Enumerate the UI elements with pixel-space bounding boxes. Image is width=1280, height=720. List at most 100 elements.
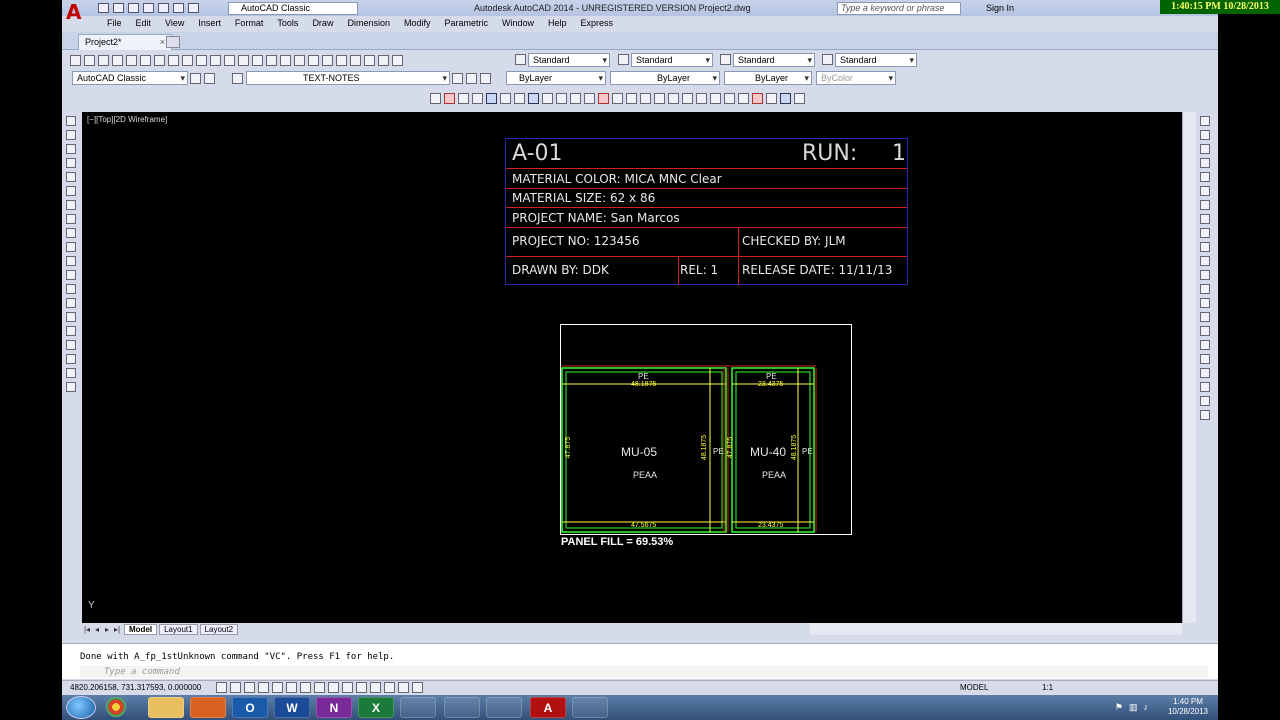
autocad-icon[interactable]: A xyxy=(530,697,566,718)
join-icon[interactable] xyxy=(612,92,623,104)
spline-icon[interactable] xyxy=(66,228,76,238)
block-editor-icon[interactable] xyxy=(210,54,221,66)
infer-constraints-icon[interactable] xyxy=(216,682,227,693)
table-draw-icon[interactable] xyxy=(66,354,76,364)
zoom-realtime-icon[interactable] xyxy=(266,54,277,66)
match-prop-icon[interactable] xyxy=(196,54,207,66)
model-space-toggle[interactable]: MODEL xyxy=(960,683,988,692)
copy-object-icon[interactable] xyxy=(458,92,469,104)
rotate-right-icon[interactable] xyxy=(1200,200,1210,210)
hatch-icon[interactable] xyxy=(66,312,76,322)
menu-tools[interactable]: Tools xyxy=(270,17,305,31)
onenote-icon[interactable]: N xyxy=(316,697,352,718)
grid-icon[interactable] xyxy=(244,682,255,693)
workspace-select[interactable]: AutoCAD Classic xyxy=(228,2,358,15)
copy-icon[interactable] xyxy=(168,54,179,66)
move-icon[interactable] xyxy=(514,92,525,104)
tab-model[interactable]: Model xyxy=(124,624,158,635)
paste-icon[interactable] xyxy=(182,54,193,66)
vertical-scrollbar[interactable] xyxy=(1182,112,1196,623)
pan-tool-icon[interactable] xyxy=(668,92,679,104)
external-ref-icon[interactable] xyxy=(780,92,791,104)
chrome-icon[interactable] xyxy=(106,697,126,717)
ortho-icon[interactable] xyxy=(258,682,269,693)
table-icon[interactable] xyxy=(724,92,735,104)
erase-icon[interactable] xyxy=(444,92,455,104)
menu-help[interactable]: Help xyxy=(541,17,574,31)
zoom-previous-icon[interactable] xyxy=(294,54,305,66)
workspace-combo[interactable]: AutoCAD Classic xyxy=(72,71,188,85)
design-center-icon[interactable] xyxy=(322,54,333,66)
insert-block-icon[interactable] xyxy=(66,270,76,280)
scale-icon[interactable] xyxy=(542,92,553,104)
calculator-icon[interactable] xyxy=(378,54,389,66)
am-icon[interactable] xyxy=(412,682,423,693)
app2-icon[interactable] xyxy=(572,697,608,718)
new-tab-button[interactable] xyxy=(166,36,180,48)
align-icon[interactable] xyxy=(682,92,693,104)
redo-icon[interactable] xyxy=(188,3,199,13)
dim-style-select[interactable]: Standard xyxy=(631,53,713,67)
blend-right-icon[interactable] xyxy=(1200,326,1210,336)
cut-icon[interactable] xyxy=(154,54,165,66)
search-input[interactable]: Type a keyword or phrase xyxy=(837,2,961,15)
make-block-icon[interactable] xyxy=(66,284,76,294)
polygon-icon[interactable] xyxy=(66,158,76,168)
ducs-icon[interactable] xyxy=(328,682,339,693)
layer-state-icon[interactable] xyxy=(480,72,491,84)
scale-right-icon[interactable] xyxy=(1200,214,1210,224)
flag-icon[interactable]: ⚑ xyxy=(1115,702,1123,713)
menu-modify[interactable]: Modify xyxy=(397,17,438,31)
break-right-icon[interactable] xyxy=(1200,270,1210,280)
publish-icon[interactable] xyxy=(140,54,151,66)
break-icon[interactable] xyxy=(598,92,609,104)
sc-icon[interactable] xyxy=(398,682,409,693)
annotation-scale[interactable]: 1:1 xyxy=(1042,683,1053,692)
undo-icon[interactable] xyxy=(173,3,184,13)
horizontal-scrollbar[interactable] xyxy=(810,623,1182,635)
area-icon[interactable] xyxy=(710,92,721,104)
offset-right-icon[interactable] xyxy=(1200,158,1210,168)
xline-icon[interactable] xyxy=(66,130,76,140)
stretch-icon[interactable] xyxy=(556,92,567,104)
app-icon[interactable] xyxy=(444,697,480,718)
menu-parametric[interactable]: Parametric xyxy=(438,17,496,31)
plot-icon[interactable] xyxy=(158,3,169,13)
dyn-icon[interactable] xyxy=(342,682,353,693)
otrack-icon[interactable] xyxy=(314,682,325,693)
explorer-icon[interactable] xyxy=(148,697,184,718)
menu-express[interactable]: Express xyxy=(574,17,621,31)
close-tab-icon[interactable]: × xyxy=(160,35,165,49)
layer-previous-icon[interactable] xyxy=(466,72,477,84)
trim-icon[interactable] xyxy=(570,92,581,104)
notepad-icon[interactable] xyxy=(486,697,522,718)
ellipse-arc-icon[interactable] xyxy=(66,256,76,266)
tab-layout2[interactable]: Layout2 xyxy=(199,624,239,635)
region-icon[interactable] xyxy=(66,340,76,350)
line-icon[interactable] xyxy=(66,116,76,126)
array-icon[interactable] xyxy=(500,92,511,104)
last-tab-icon[interactable]: ▸| xyxy=(112,625,122,634)
menu-view[interactable]: View xyxy=(158,17,191,31)
make-current-icon[interactable] xyxy=(452,72,463,84)
gradient-icon[interactable] xyxy=(66,326,76,336)
excel-icon[interactable]: X xyxy=(358,697,394,718)
layer-properties-icon[interactable] xyxy=(232,72,243,84)
add-selected-icon[interactable] xyxy=(66,382,76,392)
ellipse-icon[interactable] xyxy=(66,242,76,252)
open-icon[interactable] xyxy=(113,3,124,13)
command-input[interactable]: Type a command xyxy=(80,666,1208,678)
word-icon[interactable]: W xyxy=(274,697,310,718)
network-icon[interactable]: ▥ xyxy=(1129,702,1138,713)
tab-project2[interactable]: Project2* × xyxy=(78,34,172,50)
menu-insert[interactable]: Insert xyxy=(191,17,228,31)
attribute-icon[interactable] xyxy=(738,92,749,104)
volume-icon[interactable]: ♪ xyxy=(1144,702,1149,713)
gear-icon[interactable] xyxy=(190,72,201,84)
linetype-select[interactable]: ByLayer xyxy=(610,71,720,85)
prev-tab-icon[interactable]: ◂ xyxy=(92,625,102,634)
saveas-icon[interactable] xyxy=(143,3,154,13)
ungroup-right-icon[interactable] xyxy=(1200,410,1210,420)
workspace-settings-icon[interactable] xyxy=(204,72,215,84)
menu-file[interactable]: File xyxy=(100,17,129,31)
